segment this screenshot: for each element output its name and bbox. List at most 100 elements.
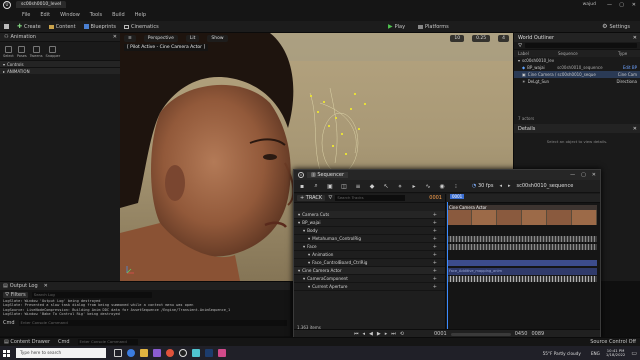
close-icon[interactable]: ✕ [44, 283, 48, 289]
track-row[interactable]: ▾ Camera Cuts + [294, 211, 445, 219]
task-view-icon[interactable] [114, 349, 122, 357]
track-row[interactable]: ▾ Animation + [294, 251, 445, 259]
item-type[interactable]: Edit BP [623, 65, 637, 70]
vs-icon[interactable] [153, 349, 161, 357]
close-icon[interactable]: ✕ [113, 34, 117, 40]
chevron-down-icon[interactable]: ▾ [303, 276, 305, 281]
key-icon[interactable]: ◆ [368, 182, 376, 190]
console-input[interactable]: Enter Console Command [18, 319, 287, 326]
cmd-dropdown[interactable]: Cmd [3, 320, 15, 326]
track-search-input[interactable]: Search Tracks [335, 195, 406, 201]
add-key-icon[interactable]: + [433, 236, 437, 242]
find-icon[interactable]: ⌕ [312, 182, 320, 190]
menu-window[interactable]: Window [60, 12, 80, 18]
platforms-button[interactable]: Platforms [418, 24, 449, 30]
mail-icon[interactable] [218, 349, 226, 357]
add-key-icon[interactable]: + [433, 228, 437, 234]
chevron-down-icon[interactable]: ▾ [298, 268, 300, 273]
chevron-down-icon[interactable]: ▾ [308, 252, 310, 257]
cinematics-button[interactable]: Cinematics [123, 24, 159, 30]
sequencer-tab[interactable]: ▥ Sequencer [307, 172, 349, 178]
track-row[interactable]: ▾ Metahuman_ControlRig + [294, 235, 445, 243]
add-key-icon[interactable]: + [433, 212, 437, 218]
play-icon[interactable]: ▸ [410, 182, 418, 190]
auto-key-icon[interactable]: ◉ [438, 182, 446, 190]
chevron-down-icon[interactable]: ▾ [308, 284, 310, 289]
create-button[interactable]: ✚ Create [17, 23, 41, 30]
breadcrumb[interactable]: sc00sh0010_sequence [516, 183, 573, 189]
add-key-icon[interactable]: + [433, 268, 437, 274]
notification-icon[interactable]: ▭ [631, 350, 637, 357]
mode-poses[interactable]: Poses [17, 46, 27, 58]
settings-button[interactable]: ⚙ Settings [602, 23, 630, 30]
track-row[interactable]: ▾ Current Aperture + [294, 283, 445, 291]
filters-button[interactable]: ⛛ Filters [3, 291, 28, 298]
add-key-icon[interactable]: + [433, 284, 437, 290]
camera-speed[interactable]: 4 [498, 34, 509, 42]
chevron-down-icon[interactable]: ▾ [308, 260, 310, 265]
camera-cut-clip[interactable]: Cine Camera Actor [447, 205, 597, 225]
playhead-label[interactable]: 0001 [450, 194, 465, 199]
add-key-icon[interactable]: + [433, 276, 437, 282]
outliner-row[interactable]: ◆ BP_wajai sc00sh0010_sequence Edit BP [514, 64, 640, 71]
show-button[interactable]: Show [207, 34, 228, 42]
menu-tools[interactable]: Tools [90, 12, 102, 18]
menu-help[interactable]: Help [135, 12, 146, 18]
track-row[interactable]: ▾ Body + [294, 227, 445, 235]
list-icon[interactable]: ≡ [354, 182, 362, 190]
close-button[interactable]: ✕ [632, 2, 636, 8]
menu-file[interactable]: File [22, 12, 30, 18]
console-input[interactable]: Enter Console Command [77, 339, 138, 345]
render-icon[interactable]: ◫ [340, 182, 348, 190]
minimize-button[interactable]: — [570, 172, 575, 178]
weather-widget[interactable]: 55°F Partly cloudy [543, 351, 581, 356]
menu-build[interactable]: Build [112, 12, 125, 18]
face-clip[interactable]: Face_Additive_mapping_anim [447, 268, 597, 275]
timeline-area[interactable]: 0001 Cine Camera Actor Face_Additive_map… [447, 194, 600, 331]
content-button[interactable]: Content [48, 24, 76, 30]
face-anim-bar[interactable] [447, 260, 597, 266]
maximize-button[interactable]: ▢ [619, 2, 624, 8]
windows-start-icon[interactable] [3, 349, 10, 357]
minimize-button[interactable]: — [607, 2, 612, 8]
unreal-icon[interactable] [179, 349, 187, 357]
add-key-icon[interactable]: + [433, 260, 437, 266]
curve-icon[interactable]: ∿ [424, 182, 432, 190]
add-key-icon[interactable]: + [433, 244, 437, 250]
doc-tab[interactable]: sc00sh0010_level [16, 1, 67, 8]
chevron-down-icon[interactable]: ▾ [303, 228, 305, 233]
snap-icon[interactable]: ⋄ [396, 182, 404, 190]
keyframe-strip[interactable] [447, 276, 597, 282]
mode-snapper[interactable]: Snapper [46, 46, 60, 58]
language-indicator[interactable]: ENG [591, 351, 600, 356]
frame-field[interactable]: 0001 [429, 195, 442, 201]
chevron-down-icon[interactable]: ▾ [298, 220, 300, 225]
keyframe-strip[interactable] [447, 236, 597, 242]
clock[interactable]: 10:41 PM 1/18/2022 [606, 348, 625, 358]
outliner-row[interactable]: ☀ DeLgt_Sun Directiona [514, 78, 640, 85]
save-button[interactable] [4, 24, 9, 29]
track-row[interactable]: ▾ BP_wajai + [294, 219, 445, 227]
add-key-icon[interactable]: + [433, 252, 437, 258]
outliner-row[interactable]: ▣ Cine Camera / sc00sh0010_seque Cine Cam [514, 71, 640, 78]
outliner-search-input[interactable] [525, 43, 637, 48]
blueprints-button[interactable]: Blueprints [83, 24, 116, 30]
chrome-icon[interactable] [166, 349, 174, 357]
sequencer-window[interactable]: U ▥ Sequencer — ▢ ✕ ▪ ⌕ ▣ ◫ ≡ ◆ ↖ ⋄ ▸ ∿ … [293, 169, 601, 339]
keyframe-strip[interactable] [447, 244, 597, 250]
filter-icon[interactable]: ⛛ [518, 43, 522, 49]
section-controls[interactable]: ▾ Controls [0, 60, 120, 67]
save-icon[interactable]: ▪ [298, 182, 306, 190]
app-icon[interactable] [192, 349, 200, 357]
column-sequence[interactable]: Sequence [558, 51, 618, 56]
fps-dropdown[interactable]: ◔ 30 fps [472, 183, 493, 189]
lit-button[interactable]: Lit [185, 34, 200, 42]
chevron-down-icon[interactable]: ▾ [298, 212, 300, 217]
perspective-button[interactable]: Perspective [143, 34, 178, 42]
maximize-button[interactable]: ▢ [581, 172, 586, 178]
track-row[interactable]: ▾ CameraComponent + [294, 275, 445, 283]
source-control-button[interactable]: Source Control Off [590, 339, 636, 345]
camera-icon[interactable]: ▣ [326, 182, 334, 190]
time-ruler[interactable]: 0001 [447, 194, 600, 203]
close-button[interactable]: ✕ [592, 172, 596, 178]
